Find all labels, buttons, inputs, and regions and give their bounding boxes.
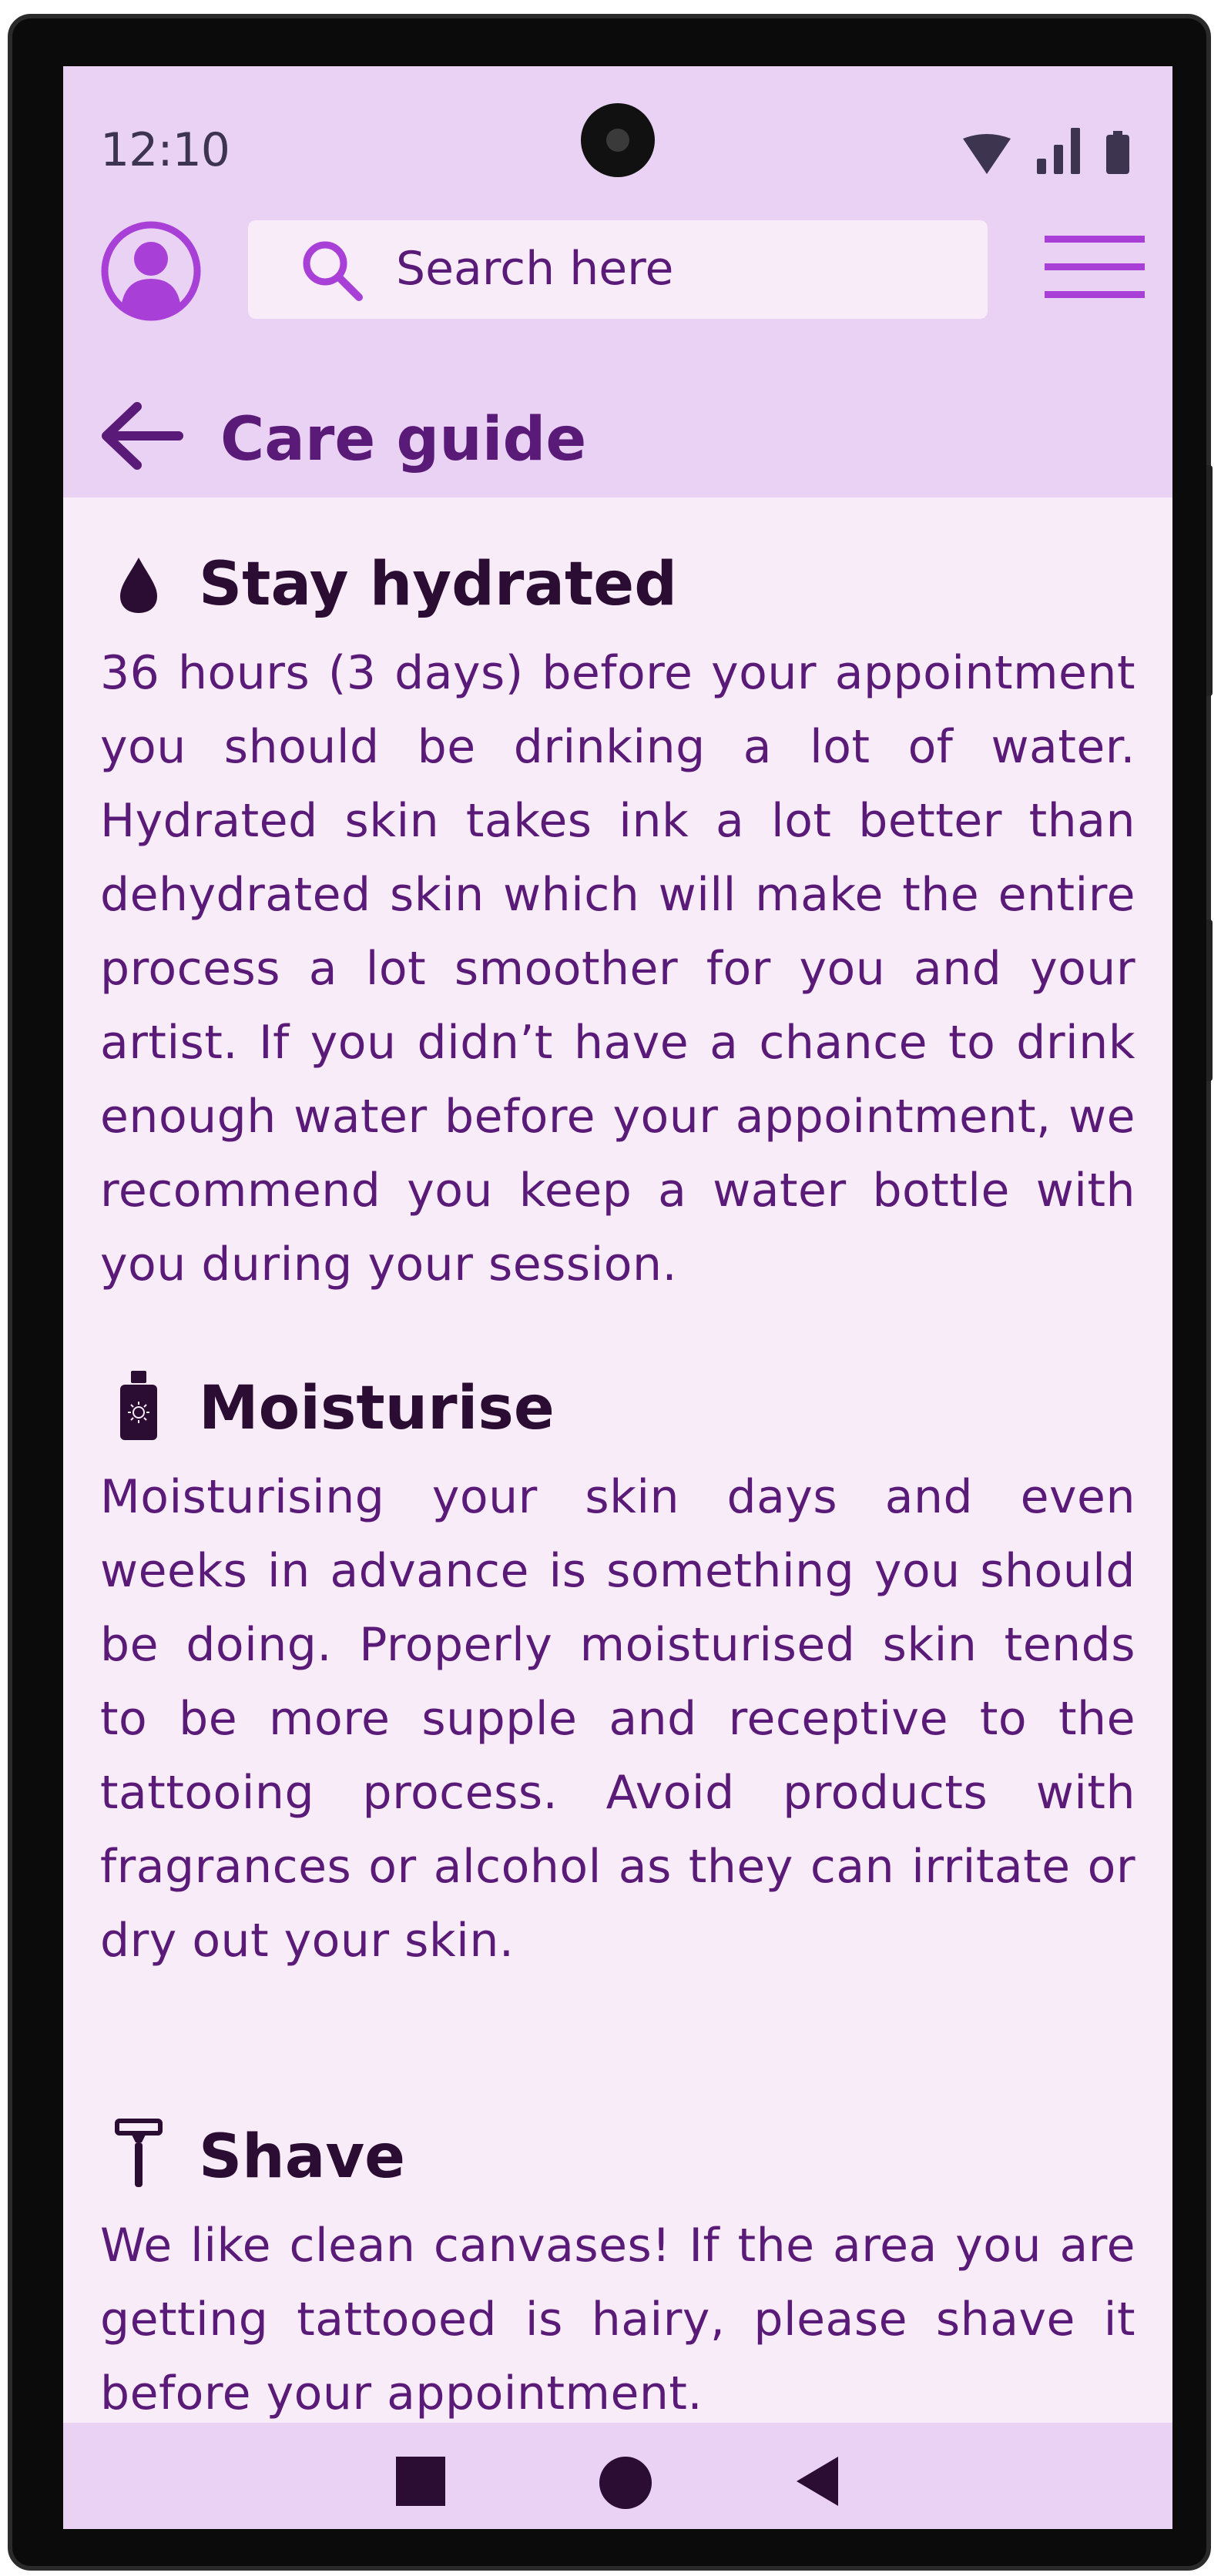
wifi-icon [963, 134, 1011, 174]
section-shave: Shave We like clean canvases! If the are… [100, 2101, 1135, 2430]
power-button [1206, 920, 1213, 1081]
section-title: Moisturise [199, 1374, 555, 1443]
sunscreen-bottle-icon [120, 1371, 157, 1440]
phone-frame: 12:10 Search here Care guide Stay hydrat… [8, 14, 1213, 2571]
search-placeholder: Search here [396, 242, 674, 296]
section-title: Shave [199, 2122, 406, 2192]
search-input[interactable]: Search here [248, 220, 988, 319]
section-body: Moisturising your skin days and even wee… [100, 1470, 1135, 1968]
system-nav-bar [63, 2423, 1172, 2529]
title-row: Care guide [63, 390, 1172, 482]
water-drop-icon [120, 558, 157, 613]
section-header: Moisturise [100, 1352, 1135, 1460]
section-body: We like clean canvases! If the area you … [100, 2219, 1135, 2420]
search-icon[interactable] [299, 237, 364, 302]
page-title: Care guide [220, 405, 587, 474]
section-body: 36 hours (3 days) before your appointmen… [100, 646, 1135, 1291]
status-icons [963, 120, 1129, 174]
section-title: Stay hydrated [199, 550, 678, 619]
section-header: Stay hydrated [100, 528, 1135, 636]
section-moisturise: Moisturise Moisturising your skin days a… [100, 1352, 1135, 1978]
hamburger-menu-icon[interactable] [1045, 229, 1145, 303]
razor-icon [115, 2119, 163, 2187]
camera-cutout [581, 103, 655, 177]
arrow-left-icon[interactable] [97, 399, 183, 473]
section-header: Shave [100, 2101, 1135, 2209]
battery-icon [1106, 131, 1129, 174]
screen: 12:10 Search here Care guide Stay hydrat… [63, 66, 1172, 2529]
user-avatar-icon[interactable] [100, 220, 202, 322]
search-row: Search here [63, 214, 1172, 323]
recents-square-icon[interactable] [396, 2457, 445, 2506]
app-bar: 12:10 Search here Care guide [63, 66, 1172, 497]
care-guide-content: Stay hydrated 36 hours (3 days) before y… [100, 528, 1135, 2430]
section-stay-hydrated: Stay hydrated 36 hours (3 days) before y… [100, 528, 1135, 1301]
volume-button [1206, 465, 1213, 696]
home-circle-icon[interactable] [599, 2457, 652, 2509]
back-triangle-icon[interactable] [797, 2457, 838, 2506]
status-time: 12:10 [100, 123, 230, 177]
signal-icon [1037, 128, 1080, 174]
